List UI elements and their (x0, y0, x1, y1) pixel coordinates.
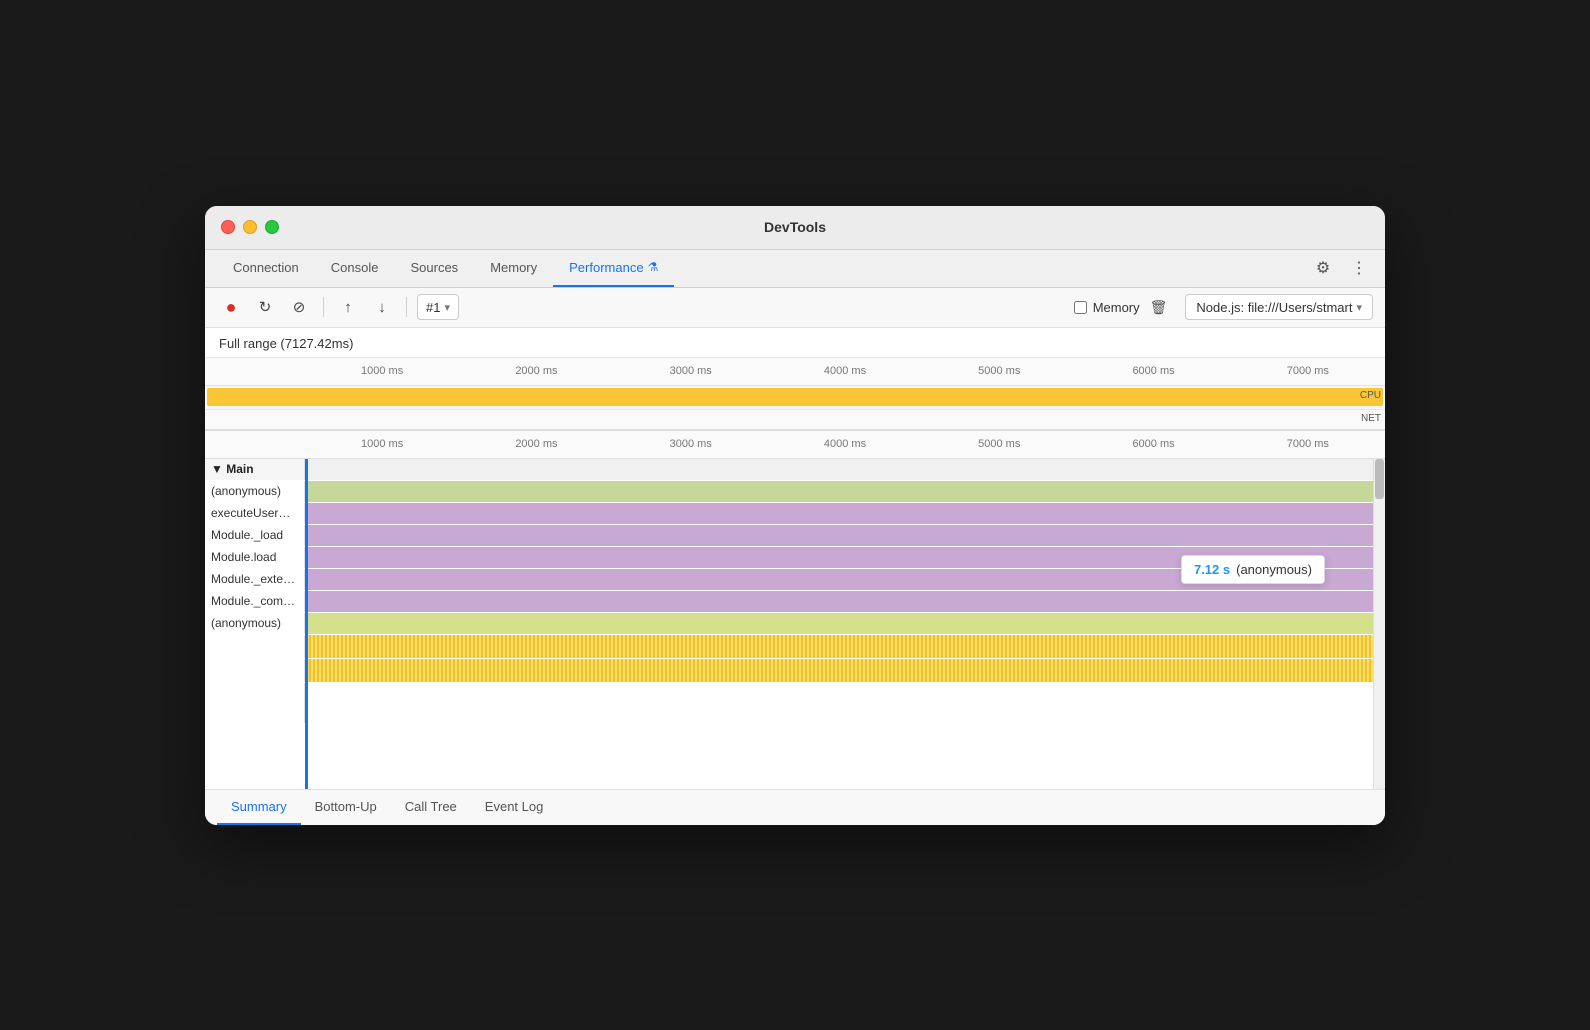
flame-bar-6 (305, 613, 1385, 634)
flame-mark-3000: 3000 ms (614, 438, 768, 450)
flame-section: ▼ Main (anonymous) executeUserEntryPoint… (205, 459, 1385, 789)
net-bar-row: NET (205, 410, 1385, 430)
profile-dropdown-arrow: ▾ (444, 301, 450, 314)
ruler-marks: 1000 ms 2000 ms 3000 ms 4000 ms 5000 ms … (305, 365, 1385, 377)
flame-label-7 (205, 635, 305, 658)
mark-6000: 6000 ms (1076, 365, 1230, 377)
tabbar: Connection Console Sources Memory Perfor… (205, 250, 1385, 288)
maximize-button[interactable] (265, 220, 279, 234)
flame-mark-7000: 7000 ms (1231, 438, 1385, 450)
titlebar: DevTools (205, 206, 1385, 250)
record-button[interactable]: ● (217, 293, 245, 321)
flame-row-1: executeUserEntryPoint 7.12 s (anonymous) (205, 503, 1385, 525)
tab-bottom-up[interactable]: Bottom-Up (301, 789, 391, 825)
mark-7000: 7000 ms (1231, 365, 1385, 377)
flame-row-7 (205, 635, 1385, 659)
tab-connection[interactable]: Connection (217, 249, 315, 287)
traffic-lights (221, 220, 279, 234)
node-dropdown-arrow: ▾ (1356, 301, 1362, 314)
flame-bar-1 (305, 503, 1385, 524)
flame-main-header: ▼ Main (205, 459, 1385, 481)
mark-2000: 2000 ms (459, 365, 613, 377)
memory-checkbox-area: Memory (1074, 300, 1140, 315)
flame-mark-2000: 2000 ms (459, 438, 613, 450)
flame-mark-4000: 4000 ms (768, 438, 922, 450)
flame-bar-2 (305, 525, 1385, 546)
flame-label-1: executeUserEntryPoint (205, 503, 305, 524)
flame-bar-8 (305, 659, 1385, 682)
close-button[interactable] (221, 220, 235, 234)
flame-label-8 (205, 659, 305, 682)
settings-button[interactable]: ⚙ (1309, 254, 1337, 282)
memory-checkbox[interactable] (1074, 301, 1087, 314)
more-button[interactable]: ⋮ (1345, 254, 1373, 282)
flame-row-0: (anonymous) (205, 481, 1385, 503)
flame-label-0: (anonymous) (205, 481, 305, 502)
download-button[interactable]: ↓ (368, 293, 396, 321)
mark-1000: 1000 ms (305, 365, 459, 377)
refresh-button[interactable]: ↻ (251, 293, 279, 321)
tab-console[interactable]: Console (315, 249, 395, 287)
cpu-bar-row: CPU (205, 386, 1385, 410)
flame-ruler: 1000 ms 2000 ms 3000 ms 4000 ms 5000 ms … (205, 431, 1385, 459)
divider-2 (406, 297, 407, 317)
memory-label: Memory (1093, 300, 1140, 315)
main-content: Full range (7127.42ms) 1000 ms 2000 ms 3… (205, 328, 1385, 825)
flame-row-6: (anonymous) (205, 613, 1385, 635)
range-header: Full range (7127.42ms) (205, 328, 1385, 358)
tabbar-right: ⚙ ⋮ (1309, 254, 1373, 282)
tab-summary[interactable]: Summary (217, 789, 301, 825)
flame-mark-6000: 6000 ms (1076, 438, 1230, 450)
flame-label-2: Module._load (205, 525, 305, 546)
flame-label-3: Module.load (205, 547, 305, 568)
flame-row-5: Module._compile (205, 591, 1385, 613)
mark-3000: 3000 ms (614, 365, 768, 377)
time-indicator (305, 459, 308, 789)
bottom-tabs: Summary Bottom-Up Call Tree Event Log (205, 789, 1385, 825)
node-selector[interactable]: Node.js: file:///Users/stmart ▾ (1185, 294, 1373, 320)
performance-icon: ⚗ (648, 260, 659, 274)
main-bar-area (305, 459, 1385, 480)
toolbar: ● ↻ ⊘ ↑ ↓ #1 ▾ Memory 🗑 Node.js: file://… (205, 288, 1385, 328)
tooltip-label: (anonymous) (1236, 562, 1312, 577)
upload-button[interactable]: ↑ (334, 293, 362, 321)
profile-selector[interactable]: #1 ▾ (417, 294, 459, 320)
clean-button[interactable]: 🗑 (1146, 297, 1172, 318)
empty-space (205, 683, 1385, 723)
flame-mark-5000: 5000 ms (922, 438, 1076, 450)
cpu-label: CPU (1360, 390, 1381, 401)
main-label: ▼ Main (205, 459, 305, 480)
net-label: NET (1361, 413, 1381, 424)
window-title: DevTools (764, 219, 826, 235)
divider-1 (323, 297, 324, 317)
mark-5000: 5000 ms (922, 365, 1076, 377)
tooltip-time: 7.12 s (1194, 562, 1230, 577)
tab-memory[interactable]: Memory (474, 249, 553, 287)
mark-4000: 4000 ms (768, 365, 922, 377)
flame-bar-7 (305, 635, 1385, 658)
minimize-button[interactable] (243, 220, 257, 234)
flame-label-6: (anonymous) (205, 613, 305, 634)
clear-button[interactable]: ⊘ (285, 293, 313, 321)
flame-label-5: Module._compile (205, 591, 305, 612)
flame-bar-0 (305, 481, 1385, 502)
flame-tooltip: 7.12 s (anonymous) (1181, 555, 1325, 584)
tab-event-log[interactable]: Event Log (471, 789, 558, 825)
tab-sources[interactable]: Sources (394, 249, 474, 287)
flame-ruler-marks: 1000 ms 2000 ms 3000 ms 4000 ms 5000 ms … (305, 438, 1385, 450)
tab-call-tree[interactable]: Call Tree (391, 789, 471, 825)
scrollbar-thumb[interactable] (1375, 459, 1384, 499)
overview-ruler: 1000 ms 2000 ms 3000 ms 4000 ms 5000 ms … (205, 358, 1385, 386)
cpu-bar (207, 388, 1383, 406)
flame-mark-1000: 1000 ms (305, 438, 459, 450)
flame-bar-5 (305, 591, 1385, 612)
devtools-window: DevTools Connection Console Sources Memo… (205, 206, 1385, 825)
tab-performance[interactable]: Performance ⚗ (553, 249, 674, 287)
scrollbar-track[interactable] (1373, 459, 1385, 789)
flame-row-2: Module._load (205, 525, 1385, 547)
flame-label-4: Module._extensions..js (205, 569, 305, 590)
flame-row-8 (205, 659, 1385, 683)
timeline-area[interactable]: 1000 ms 2000 ms 3000 ms 4000 ms 5000 ms … (205, 431, 1385, 789)
